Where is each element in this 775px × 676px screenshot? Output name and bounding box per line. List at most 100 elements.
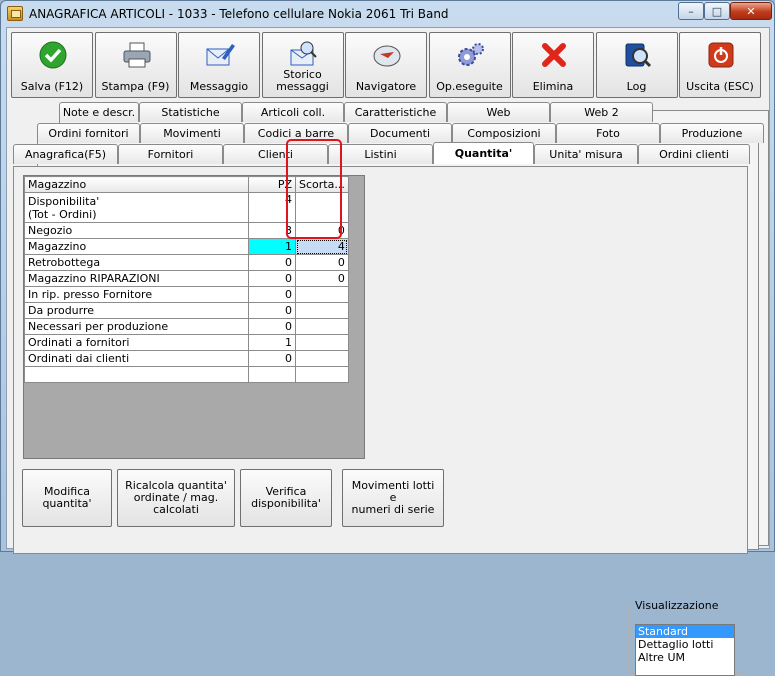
toolbar: Salva (F12) Stampa (F9) Messaggio Storico m…	[11, 32, 766, 100]
action-button-label: Movimenti lotti e numeri di serie	[351, 479, 435, 516]
tab-movimenti[interactable]: Movimenti	[140, 123, 244, 143]
cell-pz[interactable]: 0	[248, 254, 296, 271]
table-row[interactable]: Da produrre 0	[24, 302, 349, 319]
toolbar-button-label: Navigatore	[355, 80, 417, 93]
tab-unita-misura[interactable]: Unita' misura	[534, 144, 638, 164]
table-row[interactable]: Magazzino 1 4	[24, 238, 349, 255]
toolbar-button-op-eseguite[interactable]: Op.eseguite	[428, 32, 511, 98]
tab-row-2: Ordini fornitori Movimenti Codici a barre D…	[37, 123, 764, 143]
tab-note-e-descr[interactable]: Note e descr.	[59, 102, 139, 122]
tab-web[interactable]: Web	[447, 102, 550, 122]
cell-magazzino-name[interactable]: Ordinati dai clienti	[24, 350, 249, 367]
cell-magazzino-name[interactable]: In rip. presso Fornitore	[24, 286, 249, 303]
cell-magazzino-name[interactable]: Magazzino	[24, 238, 249, 255]
toolbar-button-salva-f12[interactable]: Salva (F12)	[11, 32, 93, 98]
tab-anagrafica-f5[interactable]: Anagrafica(F5)	[13, 144, 118, 164]
cell-pz[interactable]: 1	[248, 334, 296, 351]
title-bar[interactable]: ANAGRAFICA ARTICOLI - 1033 - Telefono ce…	[1, 1, 774, 27]
printer-icon	[120, 39, 154, 71]
tab-foto[interactable]: Foto	[556, 123, 660, 143]
ricalcola-quantita-button[interactable]: Ricalcola quantita' ordinate / mag. calc…	[117, 469, 235, 527]
toolbar-button-stampa-f9[interactable]: Stampa (F9)	[94, 32, 177, 98]
cell-scorta[interactable]	[295, 334, 349, 351]
table-row[interactable]: Ordinati a fornitori 1	[24, 334, 349, 351]
cell-pz[interactable]: 0	[248, 350, 296, 367]
cell-scorta[interactable]	[295, 302, 349, 319]
cell-pz[interactable]: 1	[248, 238, 296, 255]
tab-quantita[interactable]: Quantita'	[433, 142, 534, 164]
cell-pz[interactable]: 0	[248, 318, 296, 335]
table-row[interactable]: Necessari per produzione 0	[24, 318, 349, 335]
cell-pz[interactable]: 0	[248, 270, 296, 287]
toolbar-button-label: Stampa (F9)	[101, 80, 170, 93]
client-area: Salva (F12) Stampa (F9) Messaggio Storico m…	[6, 27, 770, 676]
power-icon	[704, 39, 738, 71]
cell-scorta[interactable]	[295, 286, 349, 303]
tab-ordini-fornitori[interactable]: Ordini fornitori	[37, 123, 140, 143]
tab-articoli-coll[interactable]: Articoli coll.	[242, 102, 344, 122]
verifica-disponibilita-button[interactable]: Verifica disponibilita'	[240, 469, 332, 527]
movimenti-lotti-button[interactable]: Movimenti lotti e numeri di serie	[342, 469, 444, 527]
tab-panel-quantita: Magazzino PZ Scorta... Disponibilita' (T…	[13, 166, 748, 676]
minimize-button[interactable]: –	[678, 2, 704, 20]
cell-magazzino-name[interactable]: Necessari per produzione	[24, 318, 249, 335]
cell-scorta[interactable]: 0	[295, 254, 349, 271]
toolbar-button-storico-messaggi[interactable]: Storico messaggi	[261, 32, 344, 98]
tab-ordini-clienti[interactable]: Ordini clienti	[638, 144, 750, 164]
table-row[interactable]	[24, 366, 349, 383]
toolbar-button-label: Storico messaggi	[276, 68, 329, 93]
close-button[interactable]: ✕	[730, 2, 772, 20]
table-row[interactable]: Magazzino RIPARAZIONI 0 0	[24, 270, 349, 287]
visualizzazione-legend: Visualizzazione	[635, 599, 719, 612]
cell-scorta[interactable]	[295, 350, 349, 367]
toolbar-button-navigatore[interactable]: Navigatore	[345, 32, 427, 98]
cell-magazzino-name[interactable]	[24, 366, 249, 383]
cell-scorta[interactable]	[295, 366, 349, 383]
app-window: ANAGRAFICA ARTICOLI - 1033 - Telefono ce…	[0, 0, 775, 676]
toolbar-button-messaggio[interactable]: Messaggio	[178, 32, 260, 98]
cell-scorta[interactable]: 0	[295, 270, 349, 287]
cell-magazzino-name[interactable]: Ordinati a fornitori	[24, 334, 249, 351]
visualizzazione-option[interactable]: Dettaglio lotti	[636, 638, 734, 651]
cell-magazzino-name[interactable]: Retrobottega	[24, 254, 249, 271]
book-search-icon	[621, 39, 655, 71]
column-header-magazzino[interactable]: Magazzino	[24, 176, 249, 193]
tab-web-2[interactable]: Web 2	[550, 102, 653, 122]
maximize-button[interactable]: □	[704, 2, 730, 20]
toolbar-button-log[interactable]: Log	[595, 32, 678, 98]
cell-scorta[interactable]	[295, 318, 349, 335]
toolbar-button-elimina[interactable]: Elimina	[512, 32, 594, 98]
table-row[interactable]: Retrobottega 0 0	[24, 254, 349, 271]
action-button-label: Modifica quantita'	[42, 485, 92, 510]
compass-icon	[370, 39, 404, 71]
tab-produzione[interactable]: Produzione	[660, 123, 764, 143]
cell-scorta[interactable]: 4	[295, 238, 349, 255]
visualizzazione-listbox[interactable]: Standard Dettaglio lotti Altre UM	[635, 624, 735, 676]
gears-icon	[454, 39, 488, 71]
tab-caratteristiche[interactable]: Caratteristiche	[344, 102, 447, 122]
toolbar-button-label: Messaggio	[189, 80, 249, 93]
cell-magazzino-name[interactable]: Negozio	[24, 222, 249, 239]
check-icon	[36, 39, 70, 71]
toolbar-button-uscita-esc[interactable]: Uscita (ESC)	[679, 32, 761, 98]
cell-pz[interactable]	[248, 366, 296, 383]
visualizzazione-option[interactable]: Standard	[636, 625, 734, 638]
annotation-highlight-box	[286, 139, 342, 239]
table-row[interactable]: Ordinati dai clienti 0	[24, 350, 349, 367]
action-button-label: Verifica disponibilita'	[251, 485, 321, 510]
modifica-quantita-button[interactable]: Modifica quantita'	[22, 469, 112, 527]
cell-magazzino-name[interactable]: Magazzino RIPARAZIONI	[24, 270, 249, 287]
cell-pz[interactable]: 0	[248, 286, 296, 303]
box-icon	[7, 6, 23, 21]
tab-fornitori[interactable]: Fornitori	[118, 144, 223, 164]
tab-listini[interactable]: Listini	[328, 144, 433, 164]
tab-statistiche[interactable]: Statistiche	[139, 102, 242, 122]
cell-magazzino-name[interactable]: Disponibilita' (Tot - Ordini)	[24, 192, 249, 223]
tab-documenti[interactable]: Documenti	[348, 123, 452, 143]
visualizzazione-option[interactable]: Altre UM	[636, 651, 734, 664]
tab-row-3: Anagrafica(F5) Fornitori Clienti Listini Qua…	[13, 142, 750, 164]
cell-pz[interactable]: 0	[248, 302, 296, 319]
cell-magazzino-name[interactable]: Da produrre	[24, 302, 249, 319]
tab-composizioni[interactable]: Composizioni	[452, 123, 556, 143]
table-row[interactable]: In rip. presso Fornitore 0	[24, 286, 349, 303]
